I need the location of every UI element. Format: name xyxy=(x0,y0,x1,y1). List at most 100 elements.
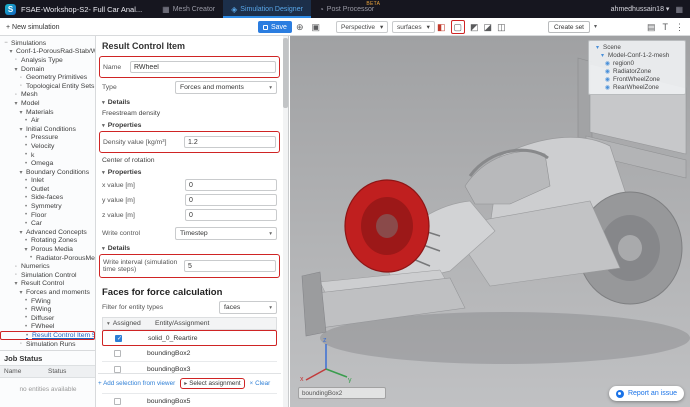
scene-tree-item[interactable]: ◉ RearWheelZone xyxy=(591,83,683,91)
tree-item[interactable]: ▾ Boundary Conditions xyxy=(0,168,95,177)
tree-item[interactable]: • FWheel xyxy=(0,323,95,332)
tree-item[interactable]: • Velocity xyxy=(0,142,95,151)
tab-post-processor[interactable]: ◔ Post Processor BETA xyxy=(311,0,382,18)
write-interval-input[interactable] xyxy=(184,260,276,272)
visibility-eye-icon[interactable]: ◉ xyxy=(604,60,611,67)
hide-selection-icon[interactable]: ◩ xyxy=(470,21,479,33)
tree-item[interactable]: ▾ Result Control xyxy=(0,280,95,289)
row-checkbox[interactable] xyxy=(114,398,121,405)
tree-item[interactable]: − Simulations xyxy=(0,39,95,48)
name-input[interactable] xyxy=(130,61,276,73)
tree-item[interactable]: ◦ Analysis Type xyxy=(0,56,95,65)
tree-item[interactable]: ◦ Topological Entity Sets xyxy=(0,82,95,91)
properties-section-header[interactable]: ▾ Properties xyxy=(102,169,277,176)
app-logo-icon[interactable]: S xyxy=(5,4,16,15)
apps-grid-icon[interactable]: ▦ xyxy=(675,5,683,14)
write-control-select[interactable]: Timestep ▾ xyxy=(175,227,277,240)
tree-item[interactable]: ▾ Porous Media xyxy=(0,245,95,254)
tree-item[interactable]: • RWing xyxy=(0,305,95,314)
clip-plane-icon[interactable]: ◫ xyxy=(497,21,506,33)
tree-item[interactable]: ▾ Initial Conditions xyxy=(0,125,95,134)
save-button[interactable]: Save xyxy=(258,21,292,33)
clear-button[interactable]: × Clear xyxy=(250,380,271,387)
scene-tree-item[interactable]: ◉ region0 xyxy=(591,59,683,67)
row-checkbox[interactable] xyxy=(114,366,121,373)
properties-section-header[interactable]: ▾ Properties xyxy=(102,122,277,129)
perspective-select[interactable]: Perspective ▾ xyxy=(336,21,388,33)
select-assignment-button[interactable]: ▸ Select assignment xyxy=(180,378,244,389)
more-options-icon[interactable]: ⋮ xyxy=(675,21,684,33)
tree-item[interactable]: • k xyxy=(0,151,95,160)
user-menu[interactable]: ahmedhussain18 ▾ xyxy=(611,5,670,13)
x-value-input[interactable] xyxy=(185,179,277,191)
type-select[interactable]: Forces and moments ▾ xyxy=(175,81,277,94)
zoom-fit-icon[interactable]: ▣ xyxy=(312,21,321,33)
list-view-icon[interactable]: ▤ xyxy=(647,21,656,33)
tree-item[interactable]: ◦ Simulation Control xyxy=(0,271,95,280)
row-checkbox[interactable] xyxy=(115,335,122,342)
tree-item[interactable]: • Air xyxy=(0,116,95,125)
create-set-button[interactable]: Create set xyxy=(548,21,590,33)
tree-item[interactable]: ◦ Numerics xyxy=(0,262,95,271)
visibility-eye-icon[interactable]: ▾ xyxy=(594,44,601,51)
tree-item[interactable]: • Side-faces xyxy=(0,194,95,203)
tree-item[interactable]: ▾ Advanced Concepts xyxy=(0,228,95,237)
tree-item[interactable]: • Inlet xyxy=(0,177,95,186)
tree-item[interactable]: • Result Control Item 5 xyxy=(0,331,95,340)
3d-viewport[interactable]: ▾ Scene ▾ Model-Conf-1-2-mesh ◉ region0 … xyxy=(290,36,690,407)
row-checkbox[interactable] xyxy=(114,350,121,357)
viewport-filter-input[interactable] xyxy=(298,387,386,399)
entity-type-select[interactable]: faces ▾ xyxy=(219,301,277,314)
tree-item-icon: ◦ xyxy=(13,92,19,98)
panel-scrollbar[interactable] xyxy=(283,36,288,407)
scene-tree-item[interactable]: ◉ FrontWheelZone xyxy=(591,75,683,83)
density-input[interactable] xyxy=(184,136,276,148)
tree-item[interactable]: ▾ Model xyxy=(0,99,95,108)
chevron-down-icon[interactable]: ▾ xyxy=(594,21,597,33)
details-section-header[interactable]: ▾ Details xyxy=(102,245,277,252)
isolate-selection-icon[interactable]: ◪ xyxy=(484,21,493,33)
tree-item[interactable]: ▾ Conf-1-PorousRad-Stab/Wheels xyxy=(0,48,95,57)
add-selection-button[interactable]: + Add selection from viewer xyxy=(98,380,175,387)
tree-item[interactable]: • Diffuser xyxy=(0,314,95,323)
tab-mesh-creator[interactable]: ▦ Mesh Creator xyxy=(154,0,223,18)
tree-item[interactable]: • Floor xyxy=(0,211,95,220)
render-mode-select[interactable]: surfaces ▾ xyxy=(392,21,435,33)
tree-item[interactable]: • Radiator-PorousMedium xyxy=(0,254,95,263)
tree-item[interactable]: ◦ Simulation Runs xyxy=(0,340,95,349)
tree-item[interactable]: • Car xyxy=(0,219,95,228)
zoom-in-icon[interactable]: ⊕ xyxy=(296,21,304,33)
tree-item[interactable]: ▾ Domain xyxy=(0,65,95,74)
scene-tree-item[interactable]: ▾ Model-Conf-1-2-mesh xyxy=(591,51,683,59)
visibility-eye-icon[interactable]: ◉ xyxy=(604,84,611,91)
visibility-eye-icon[interactable]: ◉ xyxy=(604,76,611,83)
tree-item[interactable]: ▾ Forces and moments xyxy=(0,288,95,297)
paint-faces-icon[interactable]: ◧ xyxy=(437,21,446,33)
text-tool-icon[interactable]: T xyxy=(663,21,669,33)
scene-tree-item[interactable]: ▾ Scene xyxy=(591,43,683,51)
tree-item[interactable]: ◦ Geometry Primitives xyxy=(0,73,95,82)
scene-tree-item[interactable]: ◉ RadiatorZone xyxy=(591,67,683,75)
tree-item[interactable]: • Outlet xyxy=(0,185,95,194)
tree-item[interactable]: • FWing xyxy=(0,297,95,306)
tree-item[interactable]: • Pressure xyxy=(0,134,95,143)
assignment-row[interactable]: boundingBox5 xyxy=(102,394,277,407)
y-value-input[interactable] xyxy=(185,194,277,206)
tree-item[interactable]: ▾ Materials xyxy=(0,108,95,117)
tree-item-icon: • xyxy=(23,204,29,210)
new-simulation-button[interactable]: + New simulation xyxy=(6,24,60,31)
tree-item[interactable]: • Rotating Zones xyxy=(0,237,95,246)
visibility-eye-icon[interactable]: ◉ xyxy=(604,68,611,75)
assignment-row[interactable]: solid_0_Reartire xyxy=(102,330,277,346)
details-section-header[interactable]: ▾ Details xyxy=(102,99,277,106)
tree-item[interactable]: ◦ Mesh xyxy=(0,91,95,100)
tree-item[interactable]: • Omega xyxy=(0,159,95,168)
assignment-row[interactable]: boundingBox2 xyxy=(102,346,277,362)
report-issue-button[interactable]: Report an issue xyxy=(609,386,684,401)
caret-down-icon[interactable]: ▾ xyxy=(107,321,110,327)
box-select-icon[interactable]: ▢ xyxy=(451,20,466,34)
tree-item[interactable]: • Symmetry xyxy=(0,202,95,211)
tab-simulation-designer[interactable]: ◈ Simulation Designer xyxy=(223,0,311,18)
visibility-eye-icon[interactable]: ▾ xyxy=(599,52,606,59)
z-value-input[interactable] xyxy=(185,209,277,221)
